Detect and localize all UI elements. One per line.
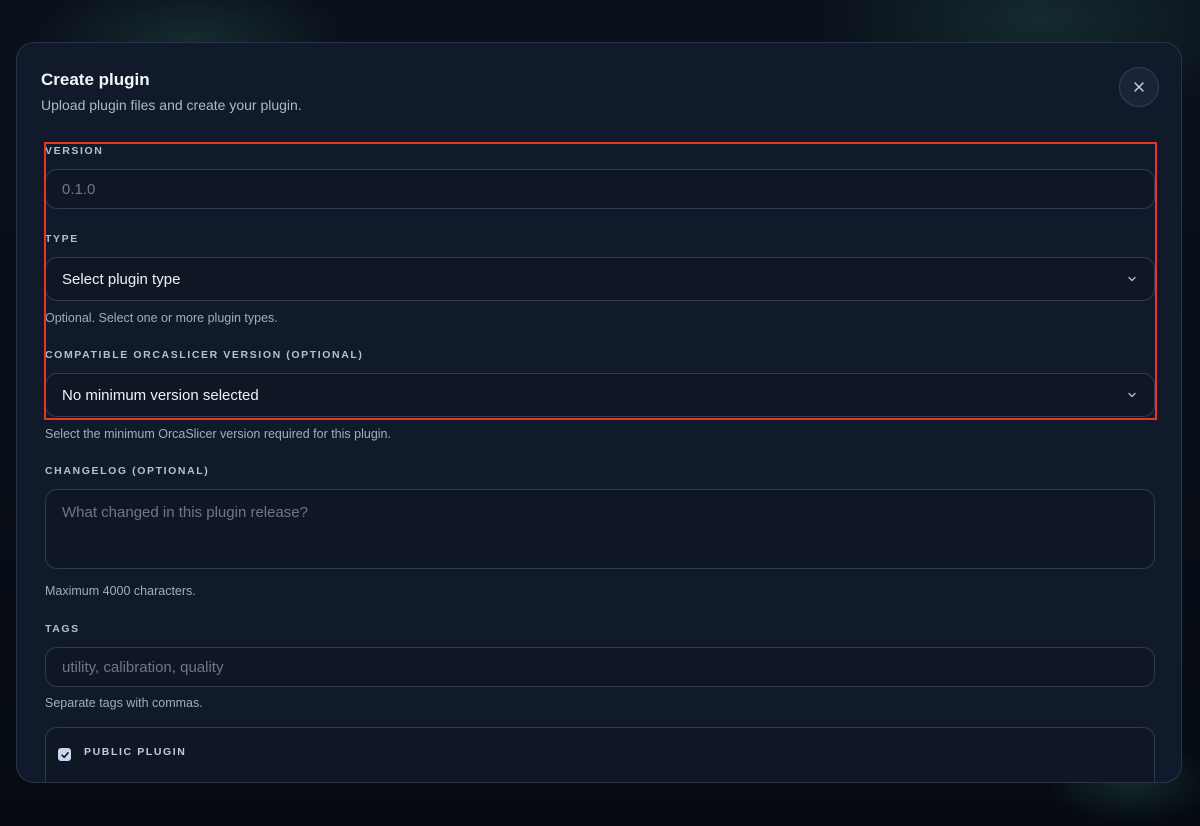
tags-input[interactable] (62, 658, 1138, 676)
close-button[interactable] (1119, 67, 1159, 107)
modal-title: Create plugin (41, 70, 150, 89)
compatible-version-select-value: No minimum version selected (62, 386, 259, 404)
type-label: TYPE (45, 233, 79, 245)
compatible-version-label: COMPATIBLE ORCASLICER VERSION (OPTIONAL) (45, 349, 364, 361)
compatible-version-select[interactable]: No minimum version selected (45, 373, 1155, 417)
tags-help-text: Separate tags with commas. (45, 696, 203, 710)
public-plugin-checkbox[interactable] (58, 748, 71, 761)
version-field[interactable] (45, 169, 1155, 209)
tags-label: TAGS (45, 623, 80, 635)
version-label: VERSION (45, 145, 104, 157)
create-plugin-modal: Create plugin Upload plugin files and cr… (16, 42, 1182, 783)
check-icon (60, 751, 69, 758)
type-select[interactable]: Select plugin type (45, 257, 1155, 301)
version-input[interactable] (62, 180, 1138, 198)
chevron-down-icon (1126, 273, 1138, 285)
type-select-value: Select plugin type (62, 270, 181, 288)
changelog-field[interactable] (45, 489, 1155, 569)
public-plugin-card: PUBLIC PLUGIN (45, 727, 1155, 782)
tags-field[interactable] (45, 647, 1155, 687)
changelog-label: CHANGELOG (OPTIONAL) (45, 465, 210, 477)
type-help-text: Optional. Select one or more plugin type… (45, 311, 278, 325)
public-plugin-label: PUBLIC PLUGIN (84, 746, 187, 758)
close-icon (1134, 82, 1144, 92)
changelog-textarea[interactable] (62, 490, 1138, 564)
modal-subtitle: Upload plugin files and create your plug… (41, 97, 302, 113)
compatible-version-help-text: Select the minimum OrcaSlicer version re… (45, 427, 391, 441)
changelog-help-text: Maximum 4000 characters. (45, 584, 196, 598)
chevron-down-icon (1126, 389, 1138, 401)
